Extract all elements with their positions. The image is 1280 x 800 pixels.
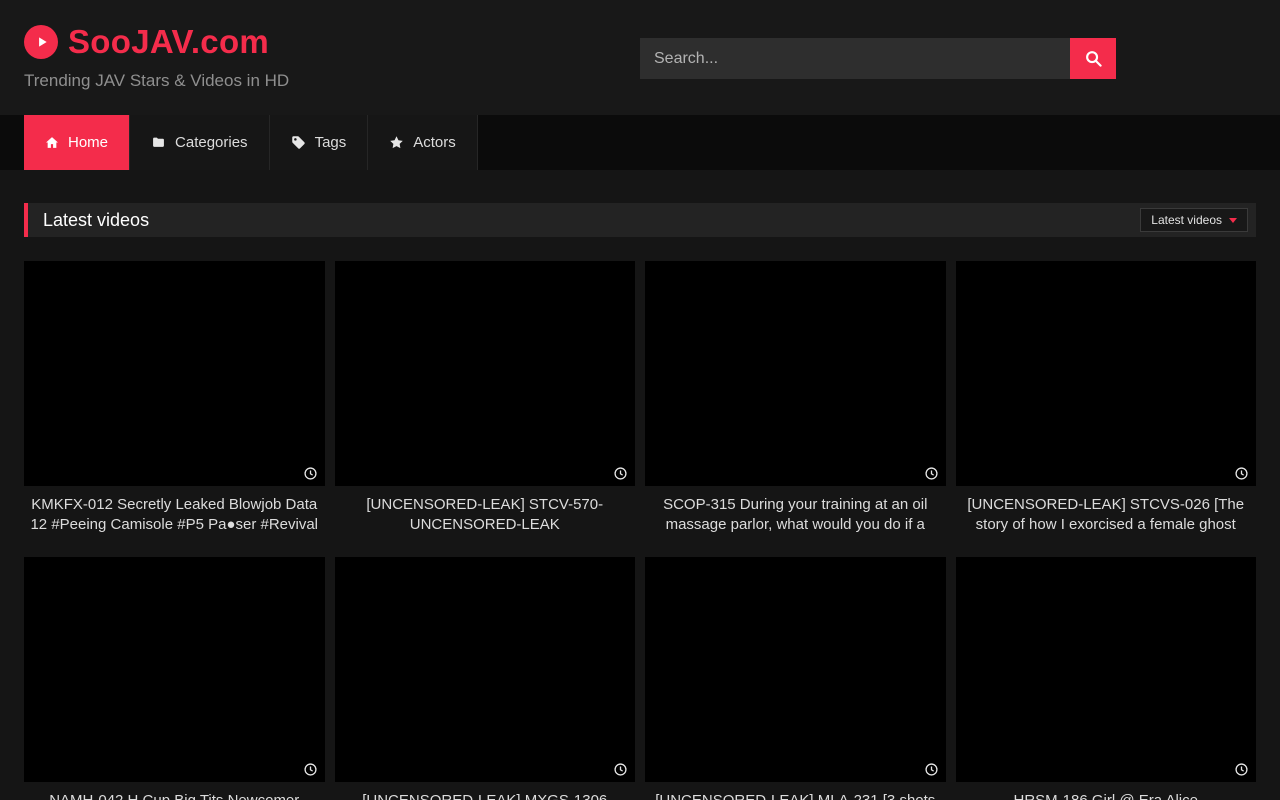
site-tagline: Trending JAV Stars & Videos in HD — [24, 71, 289, 91]
video-card[interactable]: NAMH-042 H Cup Big Tits Newcomer (170cm … — [24, 557, 325, 800]
video-thumbnail[interactable] — [24, 557, 325, 782]
video-grid: KMKFX-012 Secretly Leaked Blowjob Data 1… — [24, 261, 1256, 800]
video-title[interactable]: [UNCENSORED-LEAK] STCVS-026 [The story o… — [956, 495, 1257, 535]
nav-item-label: Home — [68, 134, 108, 151]
video-thumbnail[interactable] — [335, 557, 636, 782]
clock-icon — [925, 467, 938, 480]
video-thumbnail[interactable] — [24, 261, 325, 486]
sort-dropdown-label: Latest videos — [1151, 213, 1222, 227]
main-content: Latest videos Latest videos KMKFX-012 Se… — [0, 203, 1280, 800]
home-icon — [45, 136, 59, 149]
sort-dropdown[interactable]: Latest videos — [1140, 208, 1248, 232]
main-nav: Home Categories Tags Actors — [0, 115, 1280, 170]
folder-icon — [151, 136, 166, 149]
video-thumbnail[interactable] — [335, 261, 636, 486]
video-title[interactable]: SCOP-315 During your training at an oil … — [645, 495, 946, 535]
search-bar — [640, 38, 1116, 79]
video-card[interactable]: [UNCENSORED-LEAK] MXGS-1306 Absolutely — [335, 557, 636, 800]
nav-item-label: Tags — [315, 134, 347, 151]
star-icon — [389, 135, 404, 150]
section-title: Latest videos — [43, 210, 149, 231]
video-card[interactable]: [UNCENSORED-LEAK] MLA-231 [3 shots in — [645, 557, 946, 800]
clock-icon — [1235, 467, 1248, 480]
video-thumbnail[interactable] — [956, 557, 1257, 782]
clock-icon — [304, 467, 317, 480]
video-title[interactable]: [UNCENSORED-LEAK] STCV-570-UNCENSORED-LE… — [335, 495, 636, 535]
tag-icon — [291, 135, 306, 150]
nav-item-home[interactable]: Home — [24, 115, 130, 170]
video-thumbnail[interactable] — [645, 557, 946, 782]
video-title[interactable]: [UNCENSORED-LEAK] MXGS-1306 Absolutely — [335, 791, 636, 800]
video-card[interactable]: [UNCENSORED-LEAK] STCV-570-UNCENSORED-LE… — [335, 261, 636, 535]
video-card[interactable]: [UNCENSORED-LEAK] STCVS-026 [The story o… — [956, 261, 1257, 535]
video-title[interactable]: [UNCENSORED-LEAK] MLA-231 [3 shots in — [645, 791, 946, 800]
video-card[interactable]: HRSM-186 Girl @ Era Alice — [956, 557, 1257, 800]
nav-item-label: Categories — [175, 134, 248, 151]
video-thumbnail[interactable] — [956, 261, 1257, 486]
clock-icon — [614, 763, 627, 776]
site-logo[interactable]: SooJAV.com — [24, 23, 269, 61]
search-icon — [1085, 50, 1102, 67]
nav-item-label: Actors — [413, 134, 456, 151]
chevron-down-icon — [1229, 218, 1237, 223]
video-thumbnail[interactable] — [645, 261, 946, 486]
nav-item-categories[interactable]: Categories — [130, 115, 270, 170]
video-title[interactable]: NAMH-042 H Cup Big Tits Newcomer (170cm … — [24, 791, 325, 800]
page-header: SooJAV.com Trending JAV Stars & Videos i… — [0, 0, 1280, 115]
nav-item-tags[interactable]: Tags — [270, 115, 369, 170]
clock-icon — [614, 467, 627, 480]
play-icon — [24, 25, 58, 59]
clock-icon — [304, 763, 317, 776]
video-title[interactable]: HRSM-186 Girl @ Era Alice — [956, 791, 1257, 800]
clock-icon — [925, 763, 938, 776]
clock-icon — [1235, 763, 1248, 776]
search-input[interactable] — [640, 38, 1070, 79]
section-header: Latest videos Latest videos — [24, 203, 1256, 237]
site-title: SooJAV.com — [68, 23, 269, 61]
nav-item-actors[interactable]: Actors — [368, 115, 478, 170]
search-button[interactable] — [1070, 38, 1116, 79]
video-card[interactable]: KMKFX-012 Secretly Leaked Blowjob Data 1… — [24, 261, 325, 535]
video-title[interactable]: KMKFX-012 Secretly Leaked Blowjob Data 1… — [24, 495, 325, 535]
video-card[interactable]: SCOP-315 During your training at an oil … — [645, 261, 946, 535]
